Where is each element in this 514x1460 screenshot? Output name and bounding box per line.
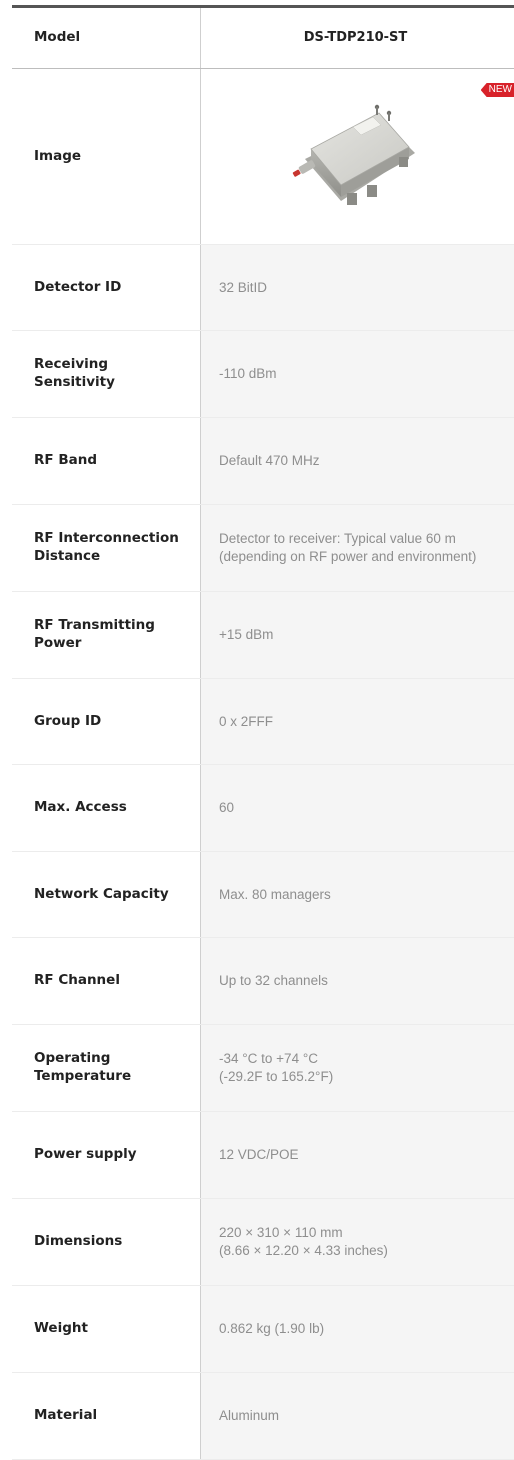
table-row: Detector ID 32 BitID — [12, 245, 514, 331]
row-label: Detector ID — [12, 245, 201, 330]
table-row: RF Interconnection Distance Detector to r… — [12, 505, 514, 592]
column-divider-tail — [200, 1410, 201, 1436]
table-row: RF Band Default 470 MHz — [12, 418, 514, 505]
row-value: Detector to receiver: Typical value 60 m… — [201, 505, 514, 591]
receiver-device-icon — [292, 104, 415, 205]
spec-rows: Detector ID 32 BitID Receiving Sensitivity… — [12, 245, 514, 1460]
row-value: 0.862 kg (1.90 lb) — [201, 1286, 514, 1372]
row-label: Group ID — [12, 679, 201, 764]
table-row-image: Image NEW — [12, 69, 514, 245]
row-label: RF Interconnection Distance — [12, 505, 201, 591]
table-header-row: Model DS-TDP210-ST — [12, 8, 514, 69]
row-value: 0 x 2FFF — [201, 679, 514, 764]
table-row: Group ID 0 x 2FFF — [12, 679, 514, 765]
row-value: Up to 32 channels — [201, 938, 514, 1024]
row-label: Operating Temperature — [12, 1025, 201, 1111]
table-row: Power supply 12 VDC/POE — [12, 1112, 514, 1199]
row-label: Material — [12, 1373, 201, 1459]
row-value: +15 dBm — [201, 592, 514, 678]
row-label: Dimensions — [12, 1199, 201, 1285]
row-label: RF Transmitting Power — [12, 592, 201, 678]
table-row: Weight 0.862 kg (1.90 lb) — [12, 1286, 514, 1373]
spec-table: Model DS-TDP210-ST Image NEW Detector ID… — [12, 5, 514, 1460]
table-row: Material Aluminum — [12, 1373, 514, 1460]
row-value: -34 °C to +74 °C (-29.2F to 165.2°F) — [201, 1025, 514, 1111]
row-value: Default 470 MHz — [201, 418, 514, 504]
row-value: Aluminum — [201, 1373, 514, 1459]
row-value: Max. 80 managers — [201, 852, 514, 937]
table-row: RF Channel Up to 32 channels — [12, 938, 514, 1025]
model-name: DS-TDP210-ST — [303, 29, 408, 45]
row-value: 32 BitID — [201, 245, 514, 330]
row-value: 12 VDC/POE — [201, 1112, 514, 1198]
row-value: -110 dBm — [201, 331, 514, 417]
row-label: Weight — [12, 1286, 201, 1372]
row-label: RF Channel — [12, 938, 201, 1024]
table-row: Operating Temperature -34 °C to +74 °C (-… — [12, 1025, 514, 1112]
header-label: Model — [12, 8, 201, 68]
row-label: Power supply — [12, 1112, 201, 1198]
row-label: Network Capacity — [12, 852, 201, 937]
row-value: 60 — [201, 765, 514, 851]
row-label-image: Image — [12, 69, 201, 244]
table-row: Network Capacity Max. 80 managers — [12, 852, 514, 938]
table-row: Dimensions 220 × 310 × 110 mm (8.66 × 12.… — [12, 1199, 514, 1286]
new-badge: NEW — [480, 83, 514, 97]
table-row: Max. Access 60 — [12, 765, 514, 852]
row-value: 220 × 310 × 110 mm (8.66 × 12.20 × 4.33 … — [201, 1199, 514, 1285]
row-label: RF Band — [12, 418, 201, 504]
row-label: Receiving Sensitivity — [12, 331, 201, 417]
table-row: RF Transmitting Power +15 dBm — [12, 592, 514, 679]
row-label: Max. Access — [12, 765, 201, 851]
product-image-cell: NEW — [201, 69, 514, 244]
table-row: Receiving Sensitivity -110 dBm — [12, 331, 514, 418]
